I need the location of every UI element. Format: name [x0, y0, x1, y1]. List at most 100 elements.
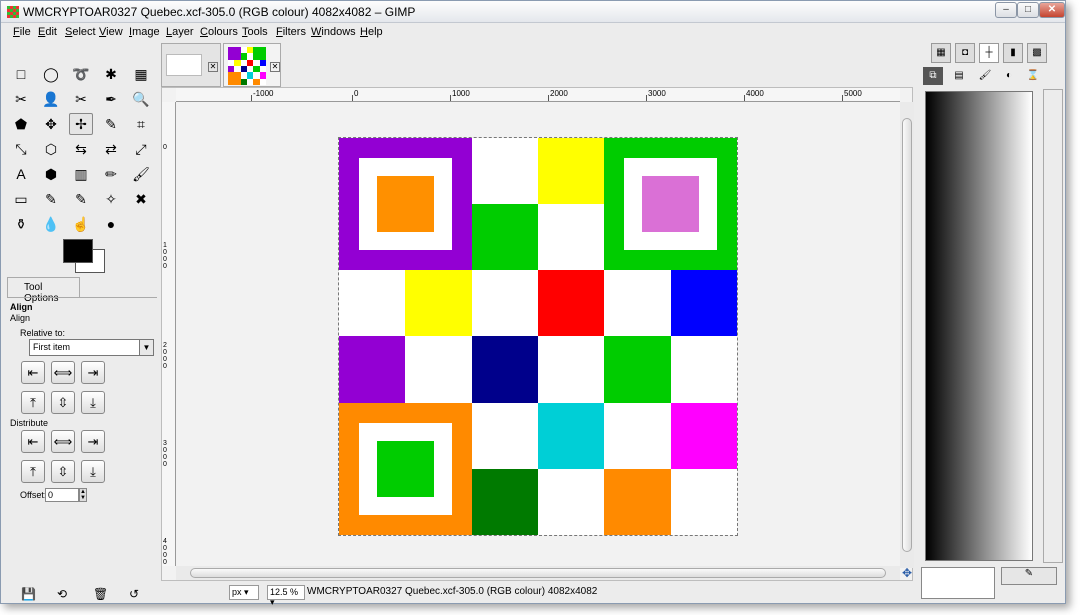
align-button[interactable]: ⤒ [21, 391, 45, 414]
foreground-color-swatch[interactable] [63, 239, 93, 263]
image-tab-2[interactable]: ✕ [223, 43, 281, 87]
offset-spinner[interactable]: ▲ ▼ [79, 488, 87, 502]
menu-colours[interactable]: Colours [200, 26, 238, 38]
tool-button[interactable]: ▭ [9, 188, 33, 210]
layers-icon[interactable]: ⧉ [923, 67, 943, 85]
tool-button[interactable]: ⇄ [99, 138, 123, 160]
navigate-icon[interactable]: ✥ [900, 566, 914, 580]
tool-button[interactable]: ⇆ [69, 138, 93, 160]
maximize-button[interactable]: □ [1017, 2, 1039, 18]
paths-icon[interactable]: ┼ [979, 43, 999, 63]
brushes-icon[interactable]: ◘ [955, 43, 975, 63]
align-button[interactable]: ⤓ [81, 460, 105, 483]
align-button[interactable]: ⟺ [51, 361, 75, 384]
menu-layer[interactable]: Layer [166, 26, 194, 38]
menu-filters[interactable]: Filters [276, 26, 306, 38]
relative-to-dropdown[interactable]: First item ▼ [29, 339, 154, 356]
tool-button[interactable]: ✱ [99, 63, 123, 85]
menu-windows[interactable]: Windows [311, 26, 356, 38]
tool-button[interactable]: ✎ [69, 188, 93, 210]
fg-bg-color-selector[interactable] [63, 239, 109, 275]
align-button[interactable]: ⇳ [51, 391, 75, 414]
zoom-dropdown[interactable]: 12.5 % ▾ [267, 585, 305, 607]
tool-button[interactable]: ✧ [99, 188, 123, 210]
menu-file[interactable]: File [13, 26, 31, 38]
tool-button[interactable]: ⬢ [39, 163, 63, 185]
align-button[interactable]: ⤒ [21, 460, 45, 483]
tool-button[interactable]: ☝ [69, 213, 93, 235]
align-button[interactable]: ⟺ [51, 430, 75, 453]
toolbox: □ ◯ ➰ ✱ ▦ ✂ 👤 ✂ ✒ 🔍 ⬟ ✥ ✢ ✎ ⌗ ⤡ ⬡ ⇆ ⇄ ⤢ A ⬢ ▥ ✏ 🖌 ▭ ✎ ✎ ✧ ✖ ⚱ 💧 ☝ ● Tool … [7, 61, 157, 601]
align-button[interactable]: ⇤ [21, 361, 45, 384]
tool-button[interactable]: ⬡ [39, 138, 63, 160]
gradients-icon[interactable]: ▮ [1003, 43, 1023, 63]
tool-button[interactable]: ⬟ [9, 113, 33, 135]
reset-options-icon[interactable]: ↺ [129, 587, 139, 601]
image-canvas-area[interactable]: -1000 0 1000 2000 3000 4000 5000 0 1000 2000 3000… [161, 87, 914, 581]
close-button[interactable]: ✕ [1039, 2, 1065, 18]
tool-button[interactable]: ✂ [69, 88, 93, 110]
tool-button[interactable]: ✎ [39, 188, 63, 210]
align-button[interactable]: ⇤ [21, 430, 45, 453]
tool-button[interactable]: ◯ [39, 63, 63, 85]
align-button[interactable]: ⇳ [51, 460, 75, 483]
tab-tool-options[interactable]: Tool Options [7, 277, 80, 304]
units-dropdown[interactable]: px ▾ [229, 585, 259, 600]
color-cell [670, 402, 737, 469]
edit-button[interactable]: ✎ [1001, 567, 1057, 585]
tool-button[interactable]: ● [99, 213, 123, 235]
tool-button[interactable]: ✒ [99, 88, 123, 110]
tool-button[interactable]: □ [9, 63, 33, 85]
align-button[interactable]: ⤓ [81, 391, 105, 414]
menu-edit[interactable]: Edit [38, 26, 57, 38]
tool-button[interactable]: ✎ [99, 113, 123, 135]
menu-view[interactable]: View [99, 26, 123, 38]
align-button[interactable]: ⇥ [81, 430, 105, 453]
tool-button[interactable]: ✢ [69, 113, 93, 135]
dock-scrollbar[interactable] [1043, 89, 1063, 563]
tool-button[interactable]: ⚱ [9, 213, 33, 235]
delete-options-icon[interactable]: 🗑 [93, 587, 108, 601]
brush-icon[interactable]: 🖌 [975, 67, 995, 85]
tool-button[interactable]: ✖ [129, 188, 153, 210]
restore-options-icon[interactable]: ⟲ [57, 587, 67, 601]
tool-button[interactable]: ⌗ [129, 113, 153, 135]
menu-image[interactable]: Image [129, 26, 160, 38]
tool-button[interactable]: 🔍 [129, 88, 153, 110]
tool-button[interactable]: A [9, 163, 33, 185]
close-icon[interactable]: ✕ [270, 62, 280, 72]
scroll-thumb[interactable] [902, 118, 912, 552]
tool-button[interactable]: ▥ [69, 163, 93, 185]
align-button[interactable]: ⇥ [81, 361, 105, 384]
menu-tools[interactable]: Tools [242, 26, 268, 38]
tool-button[interactable]: ⤡ [9, 138, 33, 160]
save-options-icon[interactable]: 💾 [21, 587, 36, 601]
ruler-label: 3000 [163, 440, 167, 468]
menu-help[interactable]: Help [360, 26, 383, 38]
tool-button[interactable]: 🖌 [129, 163, 153, 185]
tool-button[interactable]: 💧 [39, 213, 63, 235]
tool-button[interactable]: ✏ [99, 163, 123, 185]
horizontal-scrollbar[interactable] [176, 566, 900, 580]
channels-icon[interactable]: ▤ [949, 67, 969, 85]
image-canvas[interactable] [338, 137, 738, 536]
scroll-thumb[interactable] [190, 568, 886, 578]
close-icon[interactable]: ✕ [208, 62, 218, 72]
tool-button[interactable]: ⤢ [129, 138, 153, 160]
history-icon[interactable]: ⌛ [1023, 67, 1043, 85]
tool-button[interactable]: ➰ [69, 63, 93, 85]
patterns-icon[interactable]: ▦ [931, 43, 951, 63]
gradient-preview[interactable] [925, 91, 1033, 561]
image-tab-1[interactable]: ✕ [161, 43, 221, 87]
tool-button[interactable]: ✥ [39, 113, 63, 135]
vertical-scrollbar[interactable] [900, 102, 914, 568]
colors-icon[interactable]: ◐ [999, 67, 1019, 85]
color-cell [670, 336, 737, 403]
menu-select[interactable]: Select [65, 26, 96, 38]
tool-button[interactable]: ✂ [9, 88, 33, 110]
tool-button[interactable]: 👤 [39, 88, 63, 110]
tool-button[interactable]: ▦ [129, 63, 153, 85]
offset-field[interactable]: 0 [45, 488, 79, 502]
palettes-icon[interactable]: ▩ [1027, 43, 1047, 63]
minimize-button[interactable]: – [995, 2, 1017, 18]
